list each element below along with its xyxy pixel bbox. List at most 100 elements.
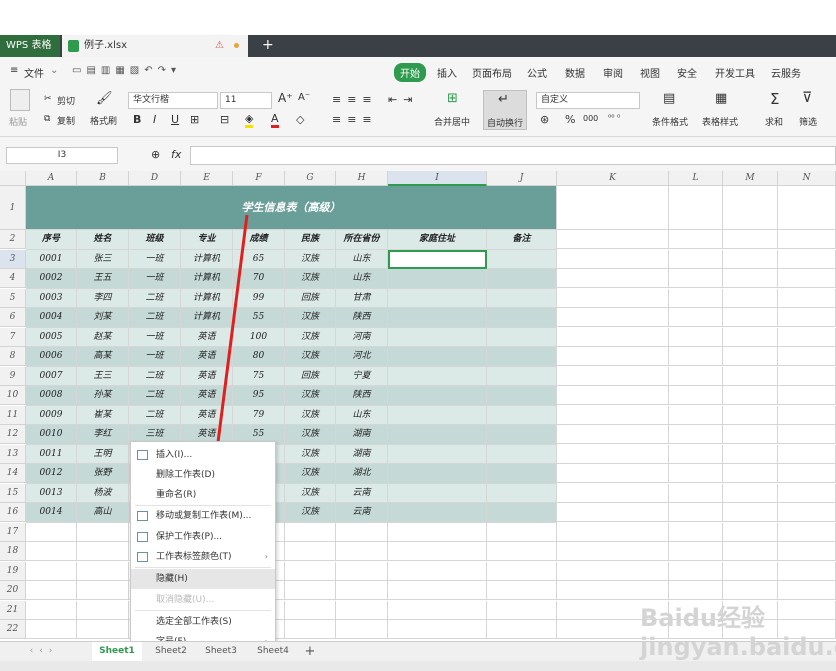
table-cell[interactable]: 0012 [26,464,77,484]
menu-tab-9[interactable]: 云服务 [771,65,801,80]
select-all-corner[interactable] [0,171,26,186]
menu-tab-8[interactable]: 开发工具 [715,65,755,80]
empty-cell[interactable] [487,581,557,601]
thousands-button[interactable]: 000 [583,114,598,123]
empty-cell[interactable] [487,542,557,562]
add-sheet-button[interactable]: + [300,642,320,661]
table-cell[interactable]: 计算机 [181,249,233,269]
row-header[interactable]: 8 [0,347,26,367]
empty-cell[interactable] [778,425,836,445]
table-cell[interactable]: 李红 [77,425,129,445]
table-cell[interactable]: 0001 [26,249,77,269]
filter-icon[interactable]: ⊽ [802,90,812,106]
table-cell[interactable] [388,347,487,367]
table-cell[interactable]: 高山 [77,503,129,523]
empty-cell[interactable] [778,503,836,523]
cut-button[interactable]: 剪切 [57,94,75,107]
menu-tab-7[interactable]: 安全 [677,65,697,80]
fx-button[interactable]: fx [171,148,181,161]
table-cell[interactable]: 赵某 [77,327,129,347]
row-header[interactable]: 14 [0,464,26,484]
empty-cell[interactable] [669,347,723,367]
table-cell[interactable]: 100 [233,327,285,347]
table-cell[interactable] [388,288,487,308]
empty-cell[interactable] [388,620,487,640]
filter-button[interactable]: 筛选 [799,115,817,128]
italic-button[interactable]: I [153,113,156,126]
empty-cell[interactable] [723,269,778,289]
empty-cell[interactable] [778,269,836,289]
table-cell[interactable]: 0006 [26,347,77,367]
table-cell[interactable] [388,483,487,503]
table-cell[interactable]: 95 [233,386,285,406]
empty-cell[interactable] [669,288,723,308]
table-cell[interactable] [388,366,487,386]
table-cell[interactable]: 云南 [336,483,388,503]
table-cell[interactable]: 计算机 [181,308,233,328]
formula-input[interactable] [190,146,836,165]
table-cell[interactable]: 英语 [181,386,233,406]
empty-cell[interactable] [336,620,388,640]
empty-cell[interactable] [336,600,388,620]
table-cell[interactable]: 湖南 [336,444,388,464]
font-color-icon[interactable]: A [271,112,279,128]
column-title-cell[interactable]: 民族 [285,230,336,250]
empty-cell[interactable] [388,561,487,581]
table-cell[interactable] [487,366,557,386]
table-title[interactable]: 学生信息表（高级） [26,186,557,230]
table-cell[interactable]: 0014 [26,503,77,523]
grow-font-icon[interactable]: A⁺ [278,91,293,105]
empty-cell[interactable] [285,620,336,640]
empty-cell[interactable] [285,600,336,620]
table-cell[interactable]: 0008 [26,386,77,406]
empty-cell[interactable] [557,522,669,542]
table-cell[interactable]: 汉族 [285,327,336,347]
empty-cell[interactable] [669,366,723,386]
table-cell[interactable]: 湖南 [336,425,388,445]
empty-cell[interactable] [723,186,778,230]
empty-cell[interactable] [723,483,778,503]
column-header[interactable]: D [129,171,181,186]
table-cell[interactable]: 75 [233,366,285,386]
empty-cell[interactable] [669,522,723,542]
table-cell[interactable]: 一班 [129,249,181,269]
hamburger-icon[interactable]: ≡ [10,65,18,76]
empty-cell[interactable] [669,425,723,445]
table-cell[interactable]: 0011 [26,444,77,464]
underline-button[interactable]: U [171,113,179,126]
table-cell[interactable]: 汉族 [285,444,336,464]
currency-icon[interactable]: ⊛ [540,113,549,126]
empty-cell[interactable] [26,620,77,640]
table-cell[interactable]: 0009 [26,405,77,425]
empty-cell[interactable] [723,347,778,367]
bold-button[interactable]: B [133,113,141,126]
empty-cell[interactable] [557,288,669,308]
row-header[interactable]: 2 [0,230,26,250]
wrap-text-button[interactable]: ↵ 自动换行 [483,90,527,130]
table-cell[interactable]: 汉族 [285,308,336,328]
empty-cell[interactable] [669,483,723,503]
empty-cell[interactable] [723,288,778,308]
conditional-format-button[interactable]: 条件格式 [652,115,688,128]
empty-cell[interactable] [723,444,778,464]
table-cell[interactable]: 汉族 [285,249,336,269]
empty-cell[interactable] [388,600,487,620]
column-title-cell[interactable]: 备注 [487,230,557,250]
empty-cell[interactable] [723,308,778,328]
empty-cell[interactable] [285,581,336,601]
font-name-select[interactable]: 华文行楷 [128,92,218,109]
table-cell[interactable]: 崔某 [77,405,129,425]
row-header[interactable]: 18 [0,542,26,562]
table-cell[interactable] [388,308,487,328]
quick-access-icons[interactable]: ▭▤▥▦▧↶↷▾ [72,65,181,76]
menu-tab-2[interactable]: 页面布局 [472,65,512,80]
menu-tab-0[interactable]: 开始 [394,63,426,82]
row-header[interactable]: 3 [0,249,26,269]
empty-cell[interactable] [723,230,778,250]
context-menu-item[interactable]: 隐藏(H) [131,569,275,589]
empty-cell[interactable] [557,347,669,367]
table-cell[interactable]: 计算机 [181,288,233,308]
empty-cell[interactable] [723,561,778,581]
table-cell[interactable] [487,249,557,269]
empty-cell[interactable] [778,366,836,386]
